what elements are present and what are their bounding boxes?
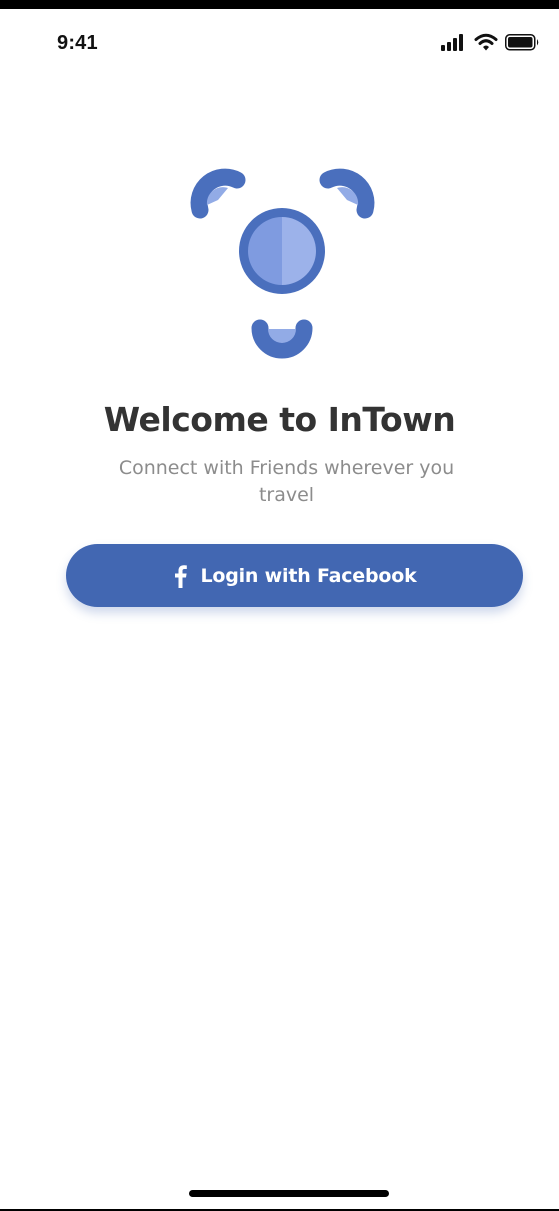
wifi-icon: [474, 33, 498, 51]
cellular-signal-icon: [441, 34, 463, 51]
welcome-subtitle: Connect with Friends wherever you travel: [118, 457, 455, 506]
login-button-label: Login with Facebook: [200, 564, 417, 587]
battery-icon: [505, 34, 539, 51]
status-time: 9:41: [57, 32, 98, 54]
intown-logo-icon: [190, 168, 375, 359]
facebook-icon: [175, 564, 188, 588]
welcome-title: Welcome to InTown: [103, 400, 456, 439]
login-with-facebook-button[interactable]: Login with Facebook: [66, 544, 523, 607]
status-bar: 9:41: [0, 9, 559, 73]
screen-top-border: [0, 0, 559, 9]
status-icons: [441, 33, 539, 51]
home-indicator[interactable]: [189, 1190, 389, 1197]
